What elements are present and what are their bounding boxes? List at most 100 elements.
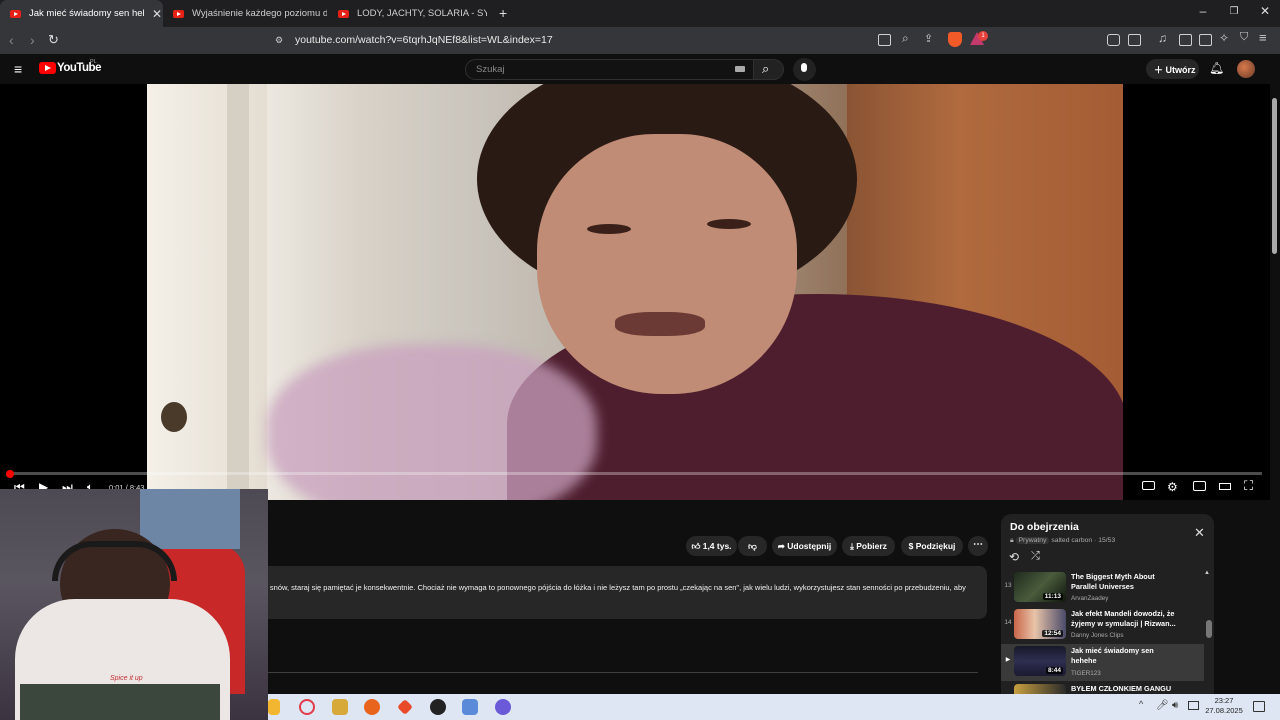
voice-search-button[interactable] (793, 58, 816, 81)
tray-volume-icon[interactable]: 🔊︎ (1172, 700, 1178, 711)
settings-icon[interactable]: ⚙ (1167, 480, 1178, 494)
share-page-icon[interactable]: ⇪ (924, 32, 933, 45)
app-icon[interactable] (430, 699, 446, 715)
opera-icon[interactable] (299, 699, 315, 715)
close-tab-icon[interactable]: ✕ (152, 7, 162, 21)
site-info-icon[interactable]: ⚙ (275, 35, 283, 46)
divider (268, 672, 978, 673)
close-window-icon[interactable]: ✕ (1255, 4, 1275, 18)
miniplayer-icon[interactable] (1193, 481, 1206, 491)
file-explorer-icon[interactable] (268, 699, 280, 715)
tray-chevron-icon[interactable]: ^ (1139, 699, 1143, 709)
thanks-icon: $ (908, 541, 914, 551)
subtitles-icon[interactable] (1142, 481, 1155, 490)
keyboard-icon[interactable] (735, 66, 745, 72)
video-thumbnail[interactable] (1014, 684, 1066, 694)
media-icon[interactable]: ♫ (1158, 31, 1167, 45)
progress-scrubber[interactable] (6, 470, 14, 478)
playlist-title[interactable]: Do obejrzenia (1010, 521, 1079, 533)
notifications-icon[interactable]: 🔔︎ (1209, 61, 1224, 75)
list-item[interactable]: 14 12:54 Jak efekt Mandeli dowodzi, że ż… (1001, 607, 1204, 644)
download-button[interactable]: ⤓ Pobierz (842, 536, 895, 556)
item-channel[interactable]: ArvanZaadey (1071, 595, 1108, 602)
duration-badge: 11:13 (1042, 593, 1063, 600)
extensions-icon[interactable] (1107, 34, 1120, 46)
item-number: 13 (1004, 582, 1012, 589)
item-channel[interactable]: TIGER123 (1071, 670, 1101, 677)
list-item[interactable]: 13 11:13 The Biggest Myth About Parallel… (1001, 570, 1204, 607)
notepad-icon[interactable] (462, 699, 478, 715)
tray-mic-icon[interactable]: 🎤︎ (1156, 700, 1169, 711)
search-button[interactable]: ⌕ (754, 59, 784, 80)
tab-1[interactable]: Jak mieć świadomy sen hehehe ✕ (0, 0, 163, 27)
item-title[interactable]: BYŁEM CZŁONKIEM GANGU (1071, 684, 1181, 694)
like-count: 1,4 tys. (702, 541, 732, 551)
close-playlist-icon[interactable]: ✕ (1194, 525, 1205, 541)
description-box[interactable]: ie snów, staraj się pamiętać je konsekwe… (258, 566, 987, 619)
tab-title: Jak mieć świadomy sen hehehe (29, 8, 144, 19)
item-title[interactable]: Jak mieć świadomy sen hehehe (1071, 646, 1181, 666)
wallet-icon[interactable] (1199, 34, 1212, 46)
url-field[interactable]: ⚙ youtube.com/watch?v=6tqrhJqNEf8&list=W… (245, 30, 900, 51)
app-icon[interactable] (364, 699, 380, 715)
discord-icon[interactable] (495, 699, 511, 715)
shuffle-icon[interactable]: ⤮ (1031, 550, 1040, 563)
theater-mode-icon[interactable] (1219, 483, 1231, 490)
progress-bar[interactable] (10, 472, 1262, 475)
back-icon[interactable]: ‹ (9, 32, 14, 48)
vpn-icon[interactable]: ⛉ (1240, 31, 1248, 44)
sidebar-icon[interactable] (1179, 34, 1192, 46)
video-thumbnail[interactable]: 11:13 (1014, 572, 1066, 602)
fullscreen-icon[interactable]: ⛶ (1244, 478, 1253, 494)
hamburger-icon[interactable]: ≡ (14, 61, 22, 77)
dislike-button[interactable]: 👎︎ (738, 536, 767, 556)
eyebrow-shape (587, 224, 631, 234)
video-player[interactable] (0, 84, 1270, 500)
tray-network-icon[interactable] (1188, 701, 1199, 710)
item-channel[interactable]: Danny Jones Clips (1071, 632, 1124, 639)
clock-time: 23:27 (1214, 696, 1234, 705)
reload-icon[interactable]: ↻ (48, 32, 59, 48)
webcam-overlay: Spice it up (0, 489, 268, 720)
zoom-icon[interactable]: ⌕ (902, 31, 909, 46)
lock-icon: 🔒︎ (1010, 537, 1014, 544)
desk-shape (20, 684, 220, 720)
video-thumbnail[interactable]: 12:54 (1014, 609, 1066, 639)
leo-ai-icon[interactable]: ✧ (1219, 31, 1229, 45)
search-input[interactable]: Szukaj (465, 59, 754, 80)
list-item[interactable]: ▶ 8:44 Jak mieć świadomy sen hehehe TIGE… (1001, 644, 1204, 681)
video-thumbnail[interactable]: 8:44 (1014, 646, 1066, 676)
restore-icon[interactable]: ❐ (1224, 6, 1244, 17)
brave-shields-icon[interactable] (948, 32, 962, 47)
page-scroll-thumb[interactable] (1272, 98, 1277, 254)
youtube-logo-icon[interactable] (39, 62, 56, 74)
forward-icon[interactable]: › (30, 32, 35, 48)
download-icon: ⤓ (850, 541, 854, 551)
like-button[interactable]: 👍︎ 1,4 tys. (686, 536, 737, 556)
more-actions-button[interactable]: ⋯ (968, 536, 988, 556)
thanks-button[interactable]: $ Podziękuj (901, 536, 963, 556)
url-text: youtube.com/watch?v=6tqrhJqNEf8&list=WL&… (295, 34, 553, 46)
app-icon[interactable] (332, 699, 348, 715)
tab-2[interactable]: Wyjaśnienie każdego poziomu ducha (163, 0, 328, 27)
minimize-icon[interactable]: – (1193, 4, 1213, 18)
door-shape (147, 84, 267, 500)
playlist-scroll-thumb[interactable] (1206, 620, 1212, 638)
cast-icon[interactable] (878, 34, 891, 46)
create-button[interactable]: ＋ Utwórz (1146, 59, 1199, 79)
tab-3[interactable]: LODY, JACHTY, SOLARIA - SYMBOLE (328, 0, 488, 27)
share-button[interactable]: ➦ Udostępnij (772, 536, 837, 556)
playlist-owner[interactable]: salted carbon (1051, 537, 1092, 544)
new-tab-button[interactable]: + (499, 5, 507, 21)
notification-center-icon[interactable] (1253, 701, 1265, 712)
screenshot-icon[interactable] (1128, 34, 1141, 46)
thumbs-up-icon: 👍︎ (691, 541, 701, 551)
scroll-up-icon[interactable]: ▲ (1204, 570, 1210, 576)
list-item[interactable]: BYŁEM CZŁONKIEM GANGU (1001, 682, 1204, 694)
taskbar-clock[interactable]: 23:27 27.08.2025 (1200, 696, 1248, 716)
avatar[interactable] (1237, 60, 1255, 78)
loop-icon[interactable]: ⟲ (1009, 550, 1019, 564)
item-title[interactable]: The Biggest Myth About Parallel Universe… (1071, 572, 1181, 592)
item-title[interactable]: Jak efekt Mandeli dowodzi, że żyjemy w s… (1071, 609, 1181, 629)
menu-icon[interactable]: ≡ (1259, 30, 1267, 45)
